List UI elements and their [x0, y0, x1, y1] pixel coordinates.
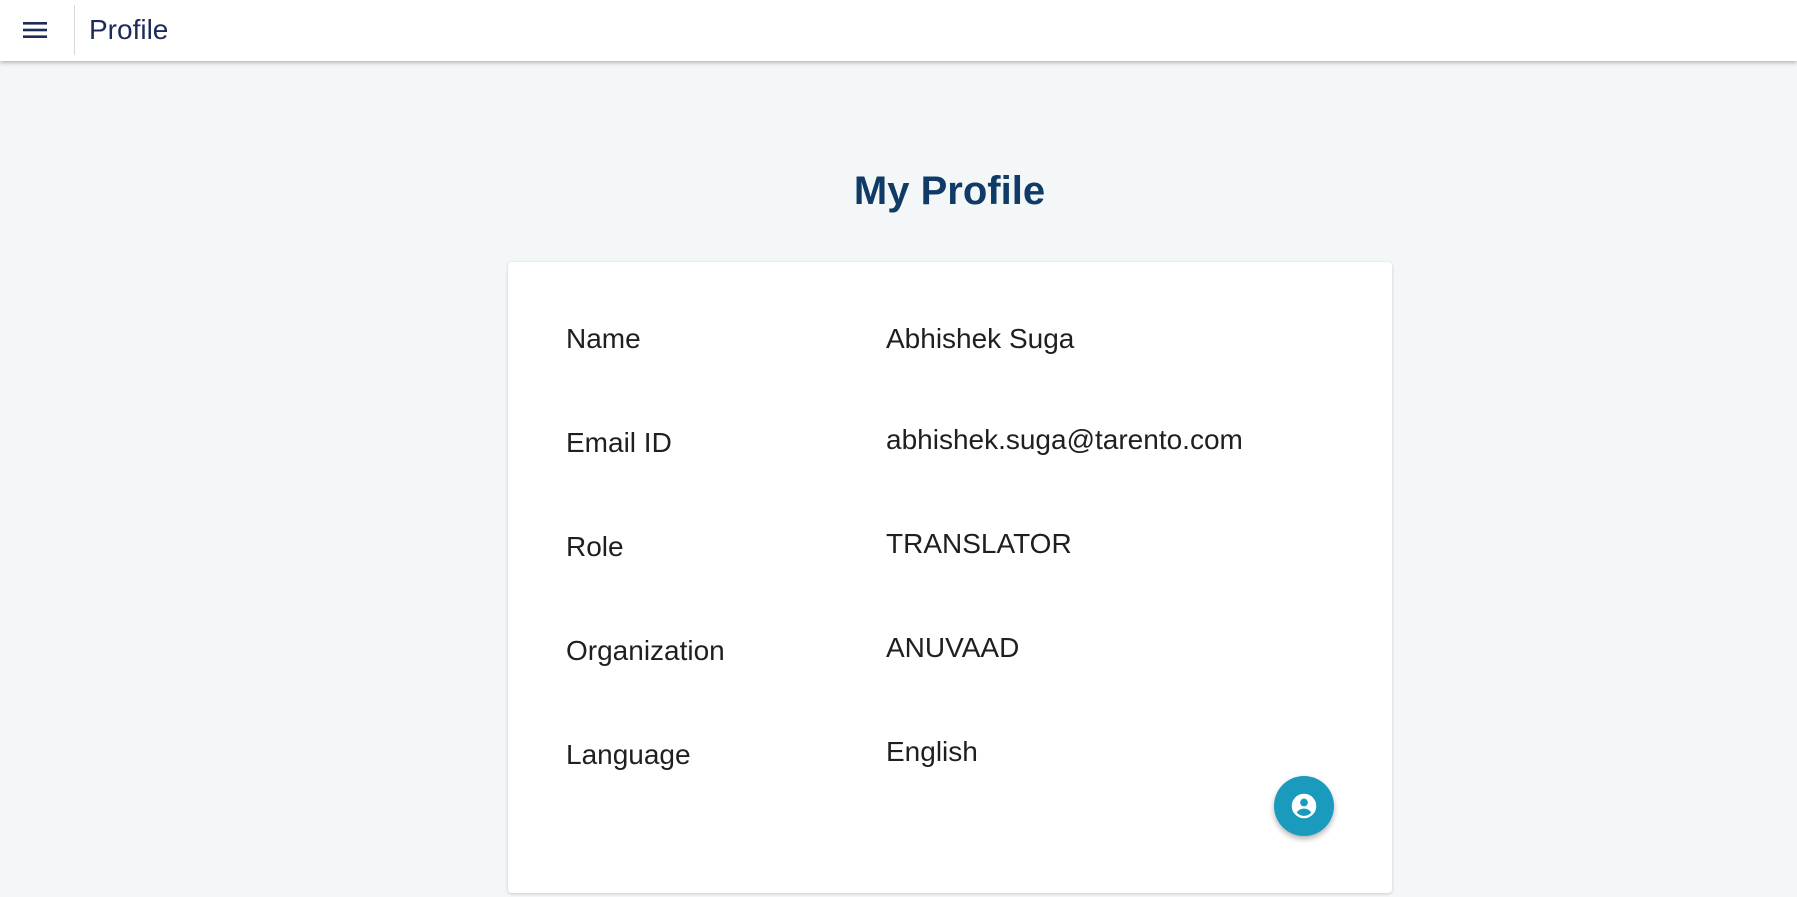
profile-action-button[interactable] [1274, 776, 1334, 836]
organization-value: ANUVAAD [886, 632, 1020, 663]
role-value: TRANSLATOR [886, 528, 1072, 559]
account-circle-icon [1291, 793, 1317, 819]
menu-button[interactable] [14, 12, 56, 48]
profile-row-name: Name Abhishek Suga [508, 319, 1392, 359]
page-title: My Profile [853, 168, 1046, 213]
menu-icon [23, 22, 47, 38]
email-label: Email ID [566, 427, 672, 458]
language-value: English [886, 736, 978, 767]
app-bar: Profile [0, 0, 1797, 61]
profile-row-role: Role TRANSLATOR [508, 526, 1392, 566]
role-label: Role [566, 531, 624, 562]
organization-label: Organization [566, 635, 725, 666]
language-label: Language [566, 739, 691, 770]
profile-row-organization: Organization ANUVAAD [508, 630, 1392, 670]
profile-card: Name Abhishek Suga Email ID abhishek.sug… [508, 262, 1392, 893]
app-bar-divider [74, 5, 75, 55]
app-bar-title: Profile [89, 14, 169, 45]
profile-row-email: Email ID abhishek.suga@tarento.com [508, 422, 1392, 462]
profile-row-language: Language English [508, 734, 1392, 774]
email-value: abhishek.suga@tarento.com [886, 424, 1243, 455]
name-label: Name [566, 323, 641, 354]
name-value: Abhishek Suga [886, 323, 1075, 354]
